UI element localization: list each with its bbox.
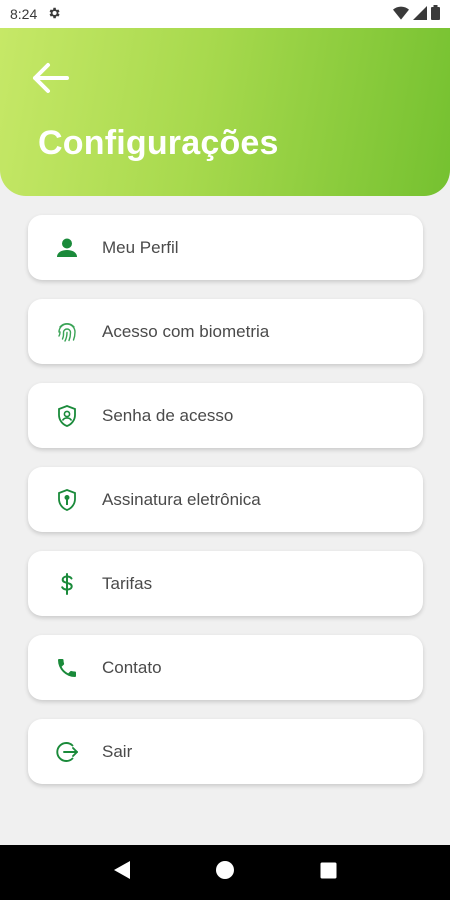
signal-icon xyxy=(413,5,427,23)
wifi-icon xyxy=(393,6,409,23)
nav-home-button[interactable] xyxy=(205,853,245,893)
status-bar: 8:24 xyxy=(0,0,450,28)
menu-item-sair[interactable]: Sair xyxy=(28,719,423,784)
menu-item-label: Acesso com biometria xyxy=(102,321,270,341)
menu-item-biometria[interactable]: Acesso com biometria xyxy=(28,299,423,364)
menu-item-senha[interactable]: Senha de acesso xyxy=(28,383,423,448)
menu-item-label: Contato xyxy=(102,657,162,677)
settings-menu: Meu Perfil Acesso com biometria Senha de… xyxy=(28,215,423,784)
person-icon xyxy=(54,235,80,261)
navigation-bar xyxy=(0,845,450,900)
shield-key-icon xyxy=(54,487,80,513)
nav-recents-button[interactable] xyxy=(308,853,348,893)
dollar-icon xyxy=(54,571,80,597)
page-title: Configurações xyxy=(38,124,279,162)
menu-item-label: Assinatura eletrônica xyxy=(102,489,261,509)
home-circle-icon xyxy=(215,860,235,885)
back-button[interactable] xyxy=(28,58,72,102)
gear-icon xyxy=(47,6,61,23)
fingerprint-icon xyxy=(54,319,80,345)
arrow-left-icon xyxy=(31,62,69,99)
menu-item-label: Senha de acesso xyxy=(102,405,234,425)
phone-icon xyxy=(54,655,80,681)
logout-icon xyxy=(54,739,80,765)
menu-item-assinatura[interactable]: Assinatura eletrônica xyxy=(28,467,423,532)
back-triangle-icon xyxy=(113,860,131,885)
menu-item-label: Sair xyxy=(102,741,133,761)
menu-item-contato[interactable]: Contato xyxy=(28,635,423,700)
shield-user-icon xyxy=(54,403,80,429)
menu-item-label: Tarifas xyxy=(102,573,153,593)
nav-back-button[interactable] xyxy=(102,853,142,893)
status-time: 8:24 xyxy=(10,6,38,22)
menu-item-tarifas[interactable]: Tarifas xyxy=(28,551,423,616)
menu-item-label: Meu Perfil xyxy=(102,237,179,257)
battery-icon xyxy=(431,5,440,23)
recents-square-icon xyxy=(320,862,337,884)
header: Configurações xyxy=(0,28,450,196)
menu-item-meu-perfil[interactable]: Meu Perfil xyxy=(28,215,423,280)
